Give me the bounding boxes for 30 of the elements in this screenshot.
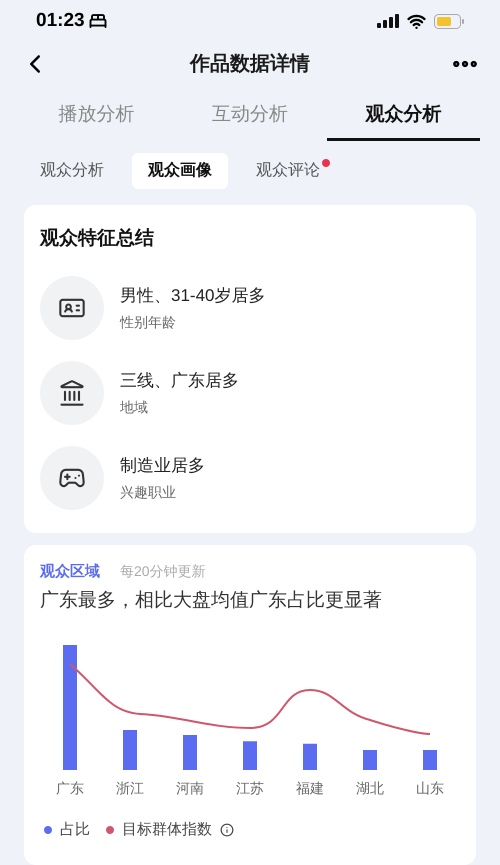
axis-label: 山东 <box>415 778 445 798</box>
signal-icon <box>377 14 399 28</box>
feature-label: 地域 <box>120 398 149 418</box>
battery-icon <box>434 14 464 29</box>
legend-label: 占比 <box>60 820 90 840</box>
axis-label: 江苏 <box>235 778 265 798</box>
feature-value: 三线、广东居多 <box>120 370 239 392</box>
feature-label: 性别年龄 <box>120 313 177 332</box>
axis-label: 福建 <box>295 778 325 798</box>
feature-label: 兴趣职业 <box>120 483 177 502</box>
axis-label: 河南 <box>175 778 205 798</box>
axis-label: 浙江 <box>115 778 145 798</box>
axis-label: 湖北 <box>355 778 385 798</box>
axis-label: 广东 <box>55 778 85 798</box>
legend-label: 目标群体指数 <box>122 820 212 840</box>
feature-value: 制造业居多 <box>120 454 205 477</box>
feature-value: 男性、31-40岁居多 <box>120 284 266 307</box>
section-title: 观众区域 <box>40 562 100 582</box>
card-title: 观众特征总结 <box>40 226 155 251</box>
sub-tab[interactable]: 观众画像 <box>132 153 228 189</box>
bank-building-icon <box>58 379 86 407</box>
info-icon[interactable] <box>220 822 234 837</box>
tab[interactable]: 观众分析 <box>326 93 480 141</box>
bed-icon <box>88 12 107 30</box>
sub-tab[interactable]: 观众评论 <box>240 153 336 189</box>
page-title: 作品数据详情 <box>190 52 310 77</box>
update-note: 每20分钟更新 <box>120 562 206 580</box>
status-time: 01:23 <box>36 9 85 33</box>
sub-tab[interactable]: 观众分析 <box>24 153 120 189</box>
region-headline: 广东最多，相比大盘均值广东占比更显著 <box>40 589 383 613</box>
